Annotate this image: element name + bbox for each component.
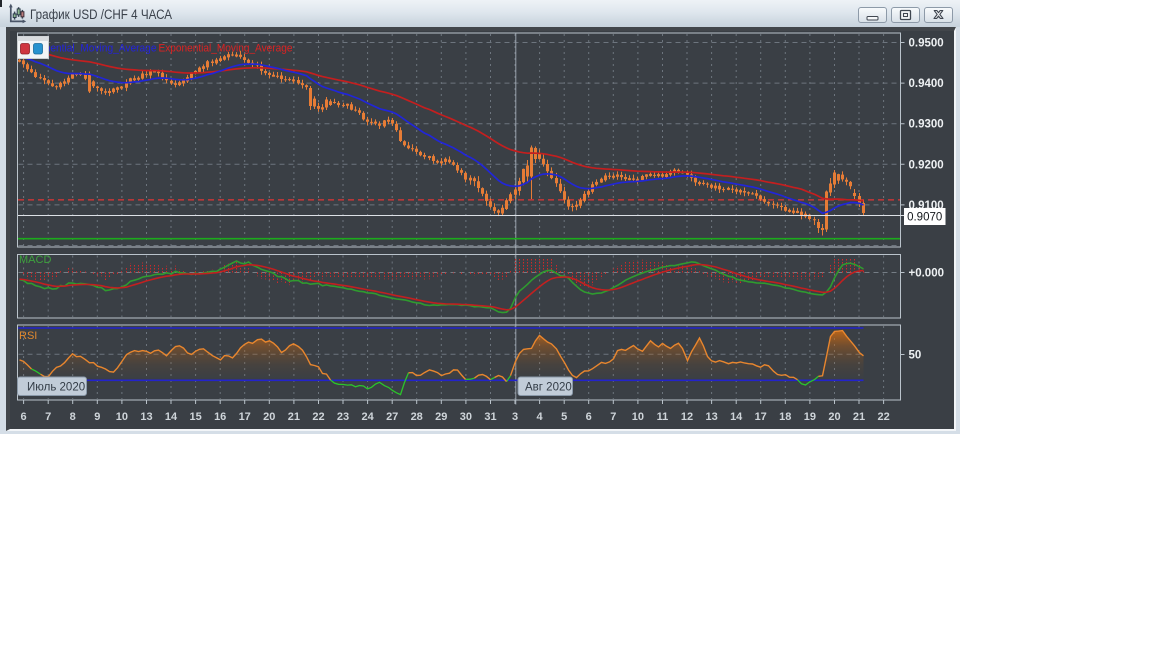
svg-text:0.9200: 0.9200 [909, 159, 944, 171]
svg-text:20: 20 [828, 411, 840, 423]
svg-text:30: 30 [460, 411, 472, 423]
svg-text:50: 50 [909, 350, 922, 362]
svg-text:27: 27 [386, 411, 398, 423]
svg-text:13: 13 [705, 411, 717, 423]
svg-text:6: 6 [21, 411, 27, 423]
svg-text:29: 29 [435, 411, 447, 423]
svg-text:13: 13 [140, 411, 152, 423]
svg-text:7: 7 [45, 411, 51, 423]
svg-text:10: 10 [116, 411, 128, 423]
svg-text:8: 8 [70, 411, 76, 423]
svg-text:RSI: RSI [19, 330, 37, 342]
svg-text:21: 21 [853, 411, 865, 423]
svg-text:MACD: MACD [19, 254, 51, 266]
svg-text:6: 6 [586, 411, 592, 423]
svg-text:Exponential_Moving_Average: Exponential_Moving_Average [159, 43, 293, 55]
svg-text:+0.000: +0.000 [909, 268, 945, 280]
svg-text:17: 17 [755, 411, 767, 423]
svg-text:10: 10 [632, 411, 644, 423]
svg-text:9: 9 [94, 411, 100, 423]
svg-text:22: 22 [312, 411, 324, 423]
svg-text:0.9400: 0.9400 [909, 78, 944, 90]
svg-text:График USD /CHF 4 ЧАСА: График USD /CHF 4 ЧАСА [30, 7, 172, 22]
svg-text:12: 12 [681, 411, 693, 423]
svg-text:Авг 2020: Авг 2020 [525, 382, 572, 394]
svg-text:14: 14 [165, 411, 178, 423]
svg-text:17: 17 [239, 411, 251, 423]
svg-text:28: 28 [411, 411, 423, 423]
svg-text:24: 24 [361, 411, 374, 423]
svg-text:0.9500: 0.9500 [909, 38, 944, 50]
svg-text:18: 18 [779, 411, 791, 423]
svg-text:20: 20 [263, 411, 275, 423]
svg-text:11: 11 [657, 411, 669, 423]
svg-text:23: 23 [337, 411, 349, 423]
svg-text:7: 7 [610, 411, 616, 423]
svg-text:3: 3 [512, 411, 518, 423]
svg-text:4: 4 [537, 411, 544, 423]
svg-text:0.9070: 0.9070 [907, 212, 942, 224]
svg-text:21: 21 [288, 411, 300, 423]
svg-text:19: 19 [804, 411, 816, 423]
svg-text:22: 22 [877, 411, 889, 423]
svg-text:31: 31 [484, 411, 496, 423]
svg-text:0.9300: 0.9300 [909, 119, 944, 131]
svg-text:16: 16 [214, 411, 226, 423]
svg-text:15: 15 [189, 411, 201, 423]
svg-text:5: 5 [561, 411, 567, 423]
svg-text:14: 14 [730, 411, 743, 423]
svg-text:Июль 2020: Июль 2020 [27, 382, 85, 394]
